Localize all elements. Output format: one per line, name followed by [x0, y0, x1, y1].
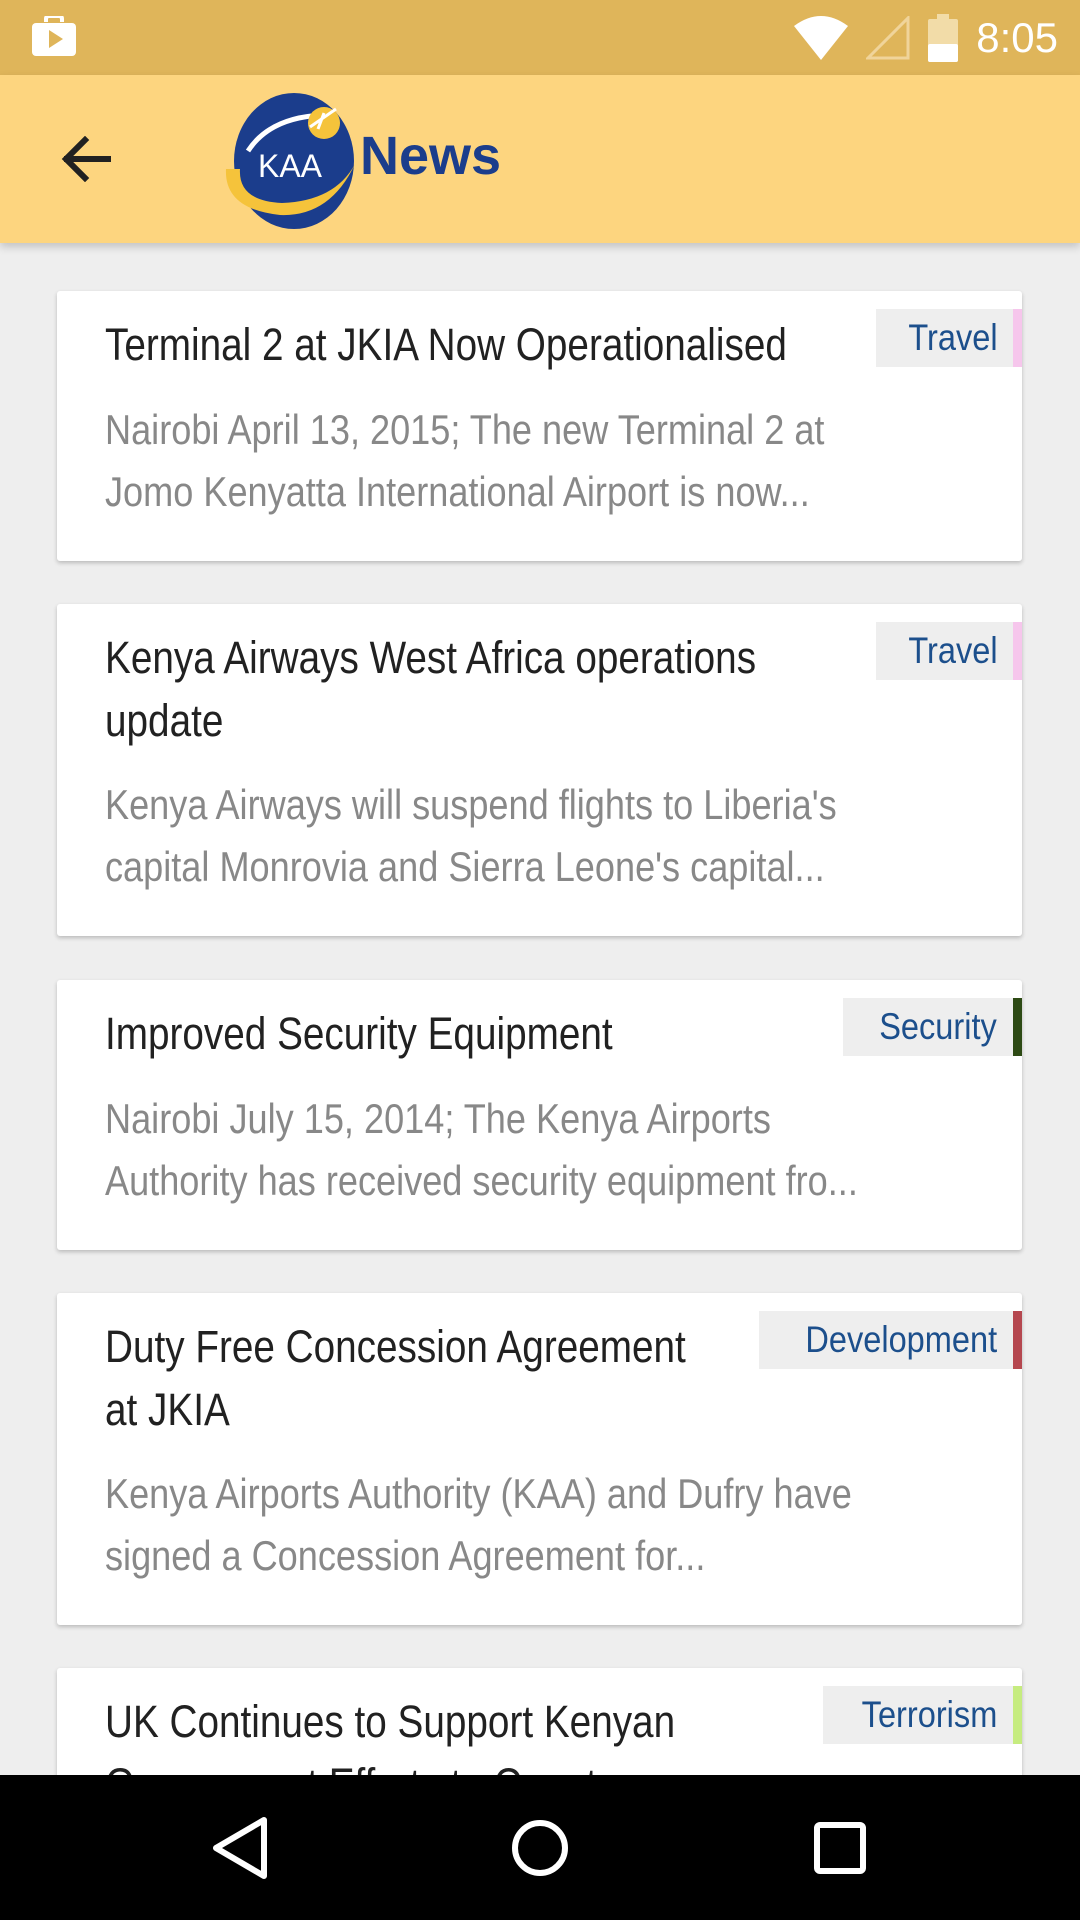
- signal-icon: [866, 16, 910, 60]
- news-title-line1: Kenya Airways West Africa operations: [105, 632, 757, 683]
- arrow-back-icon: [61, 136, 111, 182]
- recents-square-icon: [814, 1822, 866, 1874]
- news-title: UK Continues to Support Kenyan Governmen…: [105, 1690, 675, 1775]
- logo-text: KAA: [258, 148, 323, 184]
- app-bar: KAA News: [0, 75, 1080, 243]
- category-label: Security: [879, 1006, 998, 1047]
- news-excerpt-line2: Authority has received security equipmen…: [105, 1157, 858, 1204]
- nav-home-button[interactable]: [497, 1805, 583, 1891]
- kaa-logo: KAA: [225, 93, 355, 229]
- news-excerpt-line1: Nairobi July 15, 2014; The Kenya Airport…: [105, 1095, 771, 1142]
- news-excerpt-line1: Kenya Airways will suspend flights to Li…: [105, 781, 837, 828]
- status-bar: 8:05: [0, 0, 1080, 75]
- news-excerpt-line1: Kenya Airports Authority (KAA) and Dufry…: [105, 1470, 852, 1517]
- category-label: Terrorism: [861, 1694, 998, 1735]
- status-time: 8:05: [976, 14, 1058, 61]
- page-title: News: [360, 126, 502, 186]
- news-title-line1: Duty Free Concession Agreement: [105, 1321, 686, 1372]
- news-excerpt-line1: Nairobi April 13, 2015; The new Terminal…: [105, 406, 825, 453]
- category-label: Travel: [907, 317, 998, 358]
- category-badge: Development: [758, 1311, 1022, 1369]
- category-label: Development: [805, 1319, 998, 1360]
- news-title-line2: Government Efforts to Counter: [105, 1753, 675, 1775]
- news-excerpt-line2: Jomo Kenyatta International Airport is n…: [105, 468, 810, 515]
- wifi-icon: [794, 16, 849, 60]
- news-title: Duty Free Concession Agreement at JKIA: [105, 1315, 686, 1441]
- news-title-line2: at JKIA: [105, 1384, 230, 1435]
- nav-back-button[interactable]: [197, 1805, 283, 1891]
- battery-icon: [928, 14, 959, 62]
- category-badge: Security: [843, 998, 1022, 1056]
- category-badge: Terrorism: [822, 1686, 1022, 1744]
- news-card[interactable]: UK Continues to Support Kenyan Governmen…: [57, 1668, 1022, 1775]
- news-title: Improved Security Equipment: [105, 1008, 613, 1059]
- news-title: Terminal 2 at JKIA Now Operationalised: [105, 319, 787, 370]
- news-card[interactable]: Improved Security Equipment Nairobi July…: [57, 980, 1022, 1250]
- news-card[interactable]: Terminal 2 at JKIA Now Operationalised N…: [57, 291, 1022, 561]
- news-list: Terminal 2 at JKIA Now Operationalised N…: [0, 243, 1080, 1775]
- back-button[interactable]: [48, 121, 124, 197]
- news-excerpt-line2: capital Monrovia and Sierra Leone's capi…: [105, 843, 825, 890]
- nav-recents-button[interactable]: [797, 1805, 883, 1891]
- back-triangle-icon: [213, 1817, 267, 1879]
- home-circle-icon: [512, 1820, 568, 1876]
- news-title-line2: update: [105, 695, 224, 746]
- news-card[interactable]: Duty Free Concession Agreement at JKIA K…: [57, 1293, 1022, 1625]
- shopping-bag-icon: [32, 16, 76, 56]
- category-color-bar: [1013, 998, 1022, 1056]
- news-title-line1: UK Continues to Support Kenyan: [105, 1696, 676, 1747]
- category-badge: Travel: [875, 309, 1022, 367]
- news-excerpt-line2: signed a Concession Agreement for...: [105, 1532, 706, 1579]
- navigation-bar: [0, 1775, 1080, 1920]
- category-color-bar: [1013, 1686, 1022, 1744]
- news-title: Kenya Airways West Africa operations upd…: [105, 626, 756, 752]
- news-card[interactable]: Kenya Airways West Africa operations upd…: [57, 604, 1022, 936]
- category-color-bar: [1013, 1311, 1022, 1369]
- category-color-bar: [1013, 309, 1022, 367]
- category-color-bar: [1013, 622, 1022, 680]
- category-label: Travel: [907, 630, 998, 671]
- category-badge: Travel: [875, 622, 1022, 680]
